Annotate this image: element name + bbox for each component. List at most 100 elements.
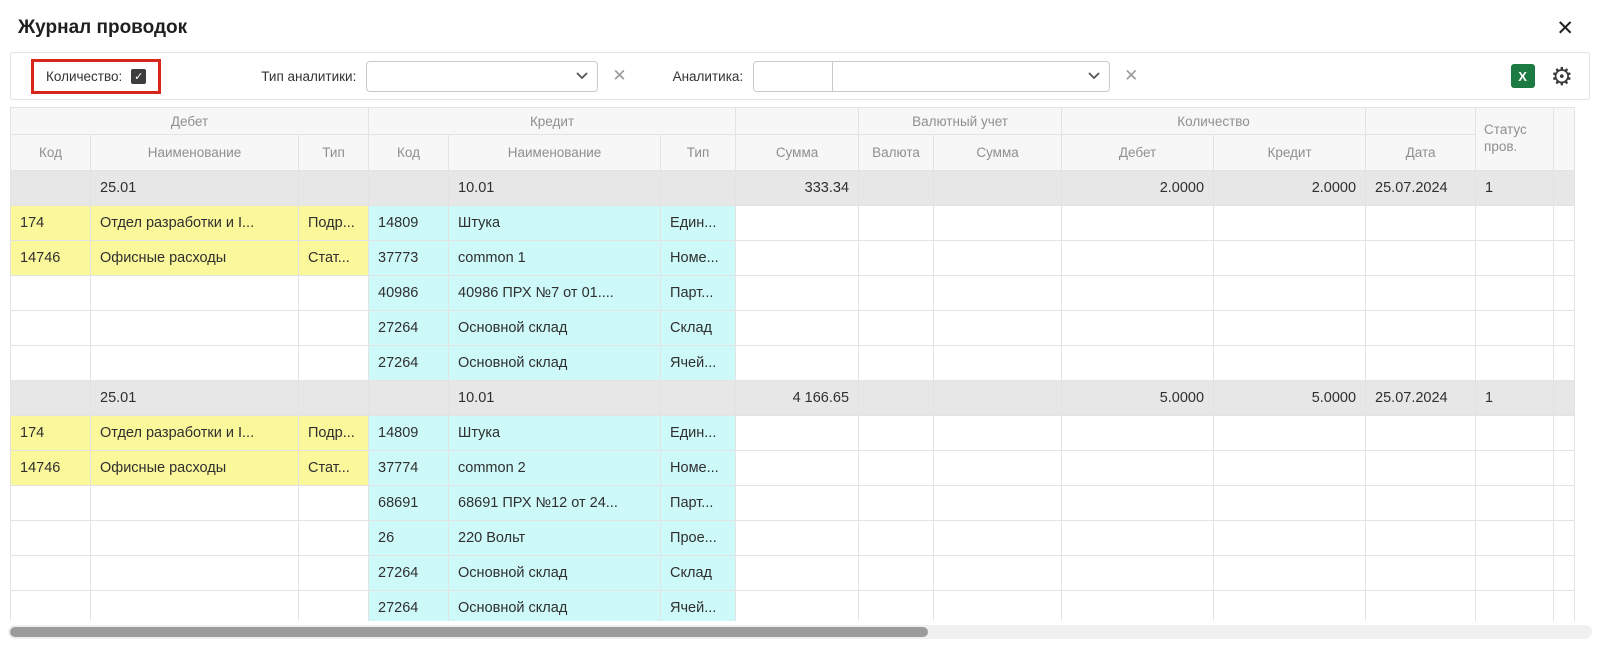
cell-sum [736, 451, 859, 486]
column-header-8: Сумма [934, 135, 1062, 171]
detail-row[interactable]: 27264Основной складСклад [11, 556, 1575, 591]
cell-debit-type [299, 521, 369, 556]
column-header-1: Наименование [91, 135, 299, 171]
column-header-row: КодНаименованиеТипКодНаименованиеТипСумм… [11, 135, 1575, 171]
analytics-select[interactable] [832, 61, 1110, 92]
cell-qty-credit: 5.0000 [1214, 381, 1366, 416]
cell-status [1476, 521, 1554, 556]
cell-credit-name: Штука [449, 416, 661, 451]
cell-credit-name: 68691 ПРХ №12 от 24... [449, 486, 661, 521]
cell-status [1476, 451, 1554, 486]
cell-currency [859, 416, 934, 451]
cell-credit-code: 27264 [369, 591, 449, 622]
cell-credit-code: 37774 [369, 451, 449, 486]
cell-credit-type: Номе... [661, 241, 736, 276]
cell-filler [1554, 241, 1575, 276]
journal-table-body: 25.0110.01333.342.00002.000025.07.202411… [11, 171, 1575, 622]
cell-credit-name: 10.01 [449, 171, 661, 206]
detail-row[interactable]: 6869168691 ПРХ №12 от 24...Парт... [11, 486, 1575, 521]
cell-sum: 4 166.65 [736, 381, 859, 416]
cell-currency-sum [934, 311, 1062, 346]
cell-qty-debit [1062, 451, 1214, 486]
cell-status [1476, 556, 1554, 591]
analytics-clear-icon[interactable]: ✕ [1124, 66, 1138, 86]
cell-filler [1554, 311, 1575, 346]
close-icon[interactable]: ✕ [1556, 18, 1574, 39]
detail-row[interactable]: 27264Основной складЯчей... [11, 591, 1575, 622]
column-header-status: Статус пров. [1476, 108, 1554, 171]
cell-qty-credit [1214, 241, 1366, 276]
cell-credit-code [369, 171, 449, 206]
cell-qty-debit [1062, 276, 1214, 311]
cell-credit-type [661, 381, 736, 416]
cell-filler [1554, 451, 1575, 486]
column-header-6: Сумма [736, 135, 859, 171]
cell-date [1366, 591, 1476, 622]
excel-export-icon[interactable]: X [1511, 64, 1535, 88]
analytics-type-clear-icon[interactable]: ✕ [612, 66, 626, 86]
cell-debit-type [299, 486, 369, 521]
cell-date [1366, 241, 1476, 276]
cell-currency-sum [934, 241, 1062, 276]
cell-qty-debit: 5.0000 [1062, 381, 1214, 416]
group-header-empty-5 [1366, 108, 1476, 135]
cell-currency [859, 381, 934, 416]
summary-row[interactable]: 25.0110.01333.342.00002.000025.07.20241 [11, 171, 1575, 206]
cell-filler [1554, 556, 1575, 591]
cell-currency-sum [934, 206, 1062, 241]
cell-credit-code [369, 381, 449, 416]
cell-qty-credit: 2.0000 [1214, 171, 1366, 206]
column-header-3: Код [369, 135, 449, 171]
cell-sum [736, 556, 859, 591]
cell-sum [736, 311, 859, 346]
detail-row[interactable]: 26220 ВольтПрое... [11, 521, 1575, 556]
cell-status [1476, 241, 1554, 276]
cell-qty-credit [1214, 591, 1366, 622]
group-header-4: Количество [1062, 108, 1366, 135]
cell-debit-code [11, 381, 91, 416]
cell-credit-type: Един... [661, 206, 736, 241]
cell-date [1366, 311, 1476, 346]
cell-credit-type: Прое... [661, 521, 736, 556]
column-header-7: Валюта [859, 135, 934, 171]
analytics-type-select[interactable] [366, 61, 598, 92]
cell-debit-code [11, 346, 91, 381]
cell-debit-type [299, 171, 369, 206]
cell-filler [1554, 416, 1575, 451]
cell-status [1476, 206, 1554, 241]
cell-debit-code [11, 521, 91, 556]
detail-row[interactable]: 14746Офисные расходыСтат...37774common 2… [11, 451, 1575, 486]
analytics-combo [753, 61, 1110, 92]
cell-debit-code [11, 486, 91, 521]
cell-filler [1554, 346, 1575, 381]
detail-row[interactable]: 174Отдел разработки и I...Подр...14809Шт… [11, 206, 1575, 241]
detail-row[interactable]: 174Отдел разработки и I...Подр...14809Шт… [11, 416, 1575, 451]
settings-gear-icon[interactable]: ⚙ [1551, 64, 1573, 89]
detail-row[interactable]: 14746Офисные расходыСтат...37773common 1… [11, 241, 1575, 276]
cell-date [1366, 486, 1476, 521]
detail-row[interactable]: 27264Основной складСклад [11, 311, 1575, 346]
cell-credit-code: 14809 [369, 206, 449, 241]
cell-qty-debit [1062, 556, 1214, 591]
detail-row[interactable]: 4098640986 ПРХ №7 от 01....Парт... [11, 276, 1575, 311]
cell-status [1476, 276, 1554, 311]
cell-currency [859, 451, 934, 486]
cell-debit-name [91, 521, 299, 556]
cell-debit-name [91, 486, 299, 521]
summary-row[interactable]: 25.0110.014 166.655.00005.000025.07.2024… [11, 381, 1575, 416]
column-header-9: Дебет [1062, 135, 1214, 171]
column-header-0: Код [11, 135, 91, 171]
cell-debit-name: 25.01 [91, 171, 299, 206]
group-header-0: Дебет [11, 108, 369, 135]
cell-currency-sum [934, 276, 1062, 311]
horizontal-scrollbar[interactable] [8, 625, 1592, 639]
analytics-code-input[interactable] [753, 61, 833, 92]
cell-debit-code [11, 311, 91, 346]
cell-debit-name [91, 311, 299, 346]
quantity-checkbox[interactable]: ✓ [131, 69, 146, 84]
cell-currency [859, 521, 934, 556]
cell-currency-sum [934, 416, 1062, 451]
horizontal-scrollbar-thumb[interactable] [10, 627, 928, 637]
cell-qty-credit [1214, 486, 1366, 521]
detail-row[interactable]: 27264Основной складЯчей... [11, 346, 1575, 381]
